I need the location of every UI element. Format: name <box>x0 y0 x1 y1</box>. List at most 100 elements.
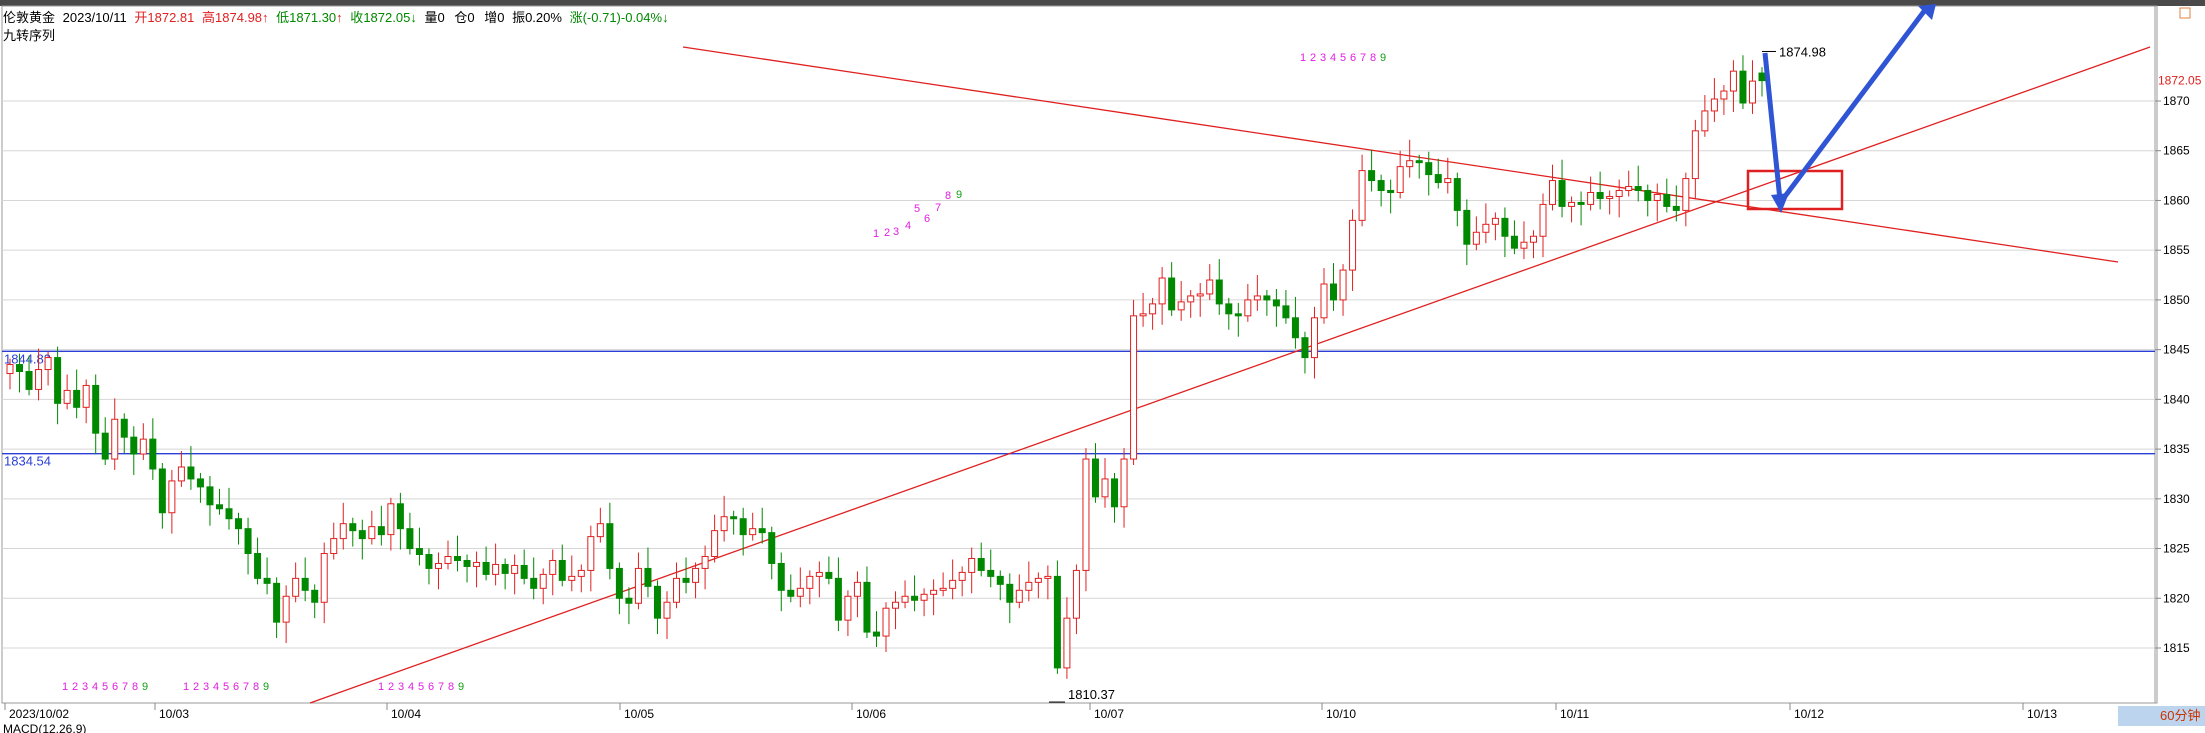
candle-down <box>911 595 919 601</box>
candle-up <box>1520 241 1528 249</box>
candle-down <box>1453 178 1461 211</box>
seq-label: 6 <box>1350 52 1356 64</box>
candle-down <box>215 504 223 510</box>
candle-up <box>1710 98 1718 112</box>
seq-label: 5 <box>102 681 108 693</box>
seq-label: 7 <box>438 681 444 693</box>
seq-label: 6 <box>924 213 930 225</box>
candle-down <box>1434 174 1442 184</box>
candle-up <box>1130 315 1138 460</box>
candle-down <box>1758 72 1766 82</box>
candle-down <box>1301 337 1309 359</box>
candle-up <box>168 480 176 514</box>
candle-up <box>1244 299 1252 317</box>
candle-up <box>815 571 823 577</box>
candle-up <box>1025 581 1033 591</box>
candle-up <box>473 561 481 567</box>
y-tick-label: 1870 <box>2163 94 2190 108</box>
candle-down <box>454 556 462 561</box>
candle-down <box>730 516 738 520</box>
candle-up <box>511 564 519 574</box>
support-line-label: 1834.54 <box>4 454 51 469</box>
candle-up <box>949 579 957 589</box>
candle-up <box>1482 223 1490 233</box>
candle-up <box>1444 178 1452 184</box>
ascending-trendline[interactable] <box>309 46 2151 704</box>
candle-up <box>939 587 947 591</box>
candle-up <box>1196 293 1204 297</box>
seq-label: 2 <box>72 681 78 693</box>
seq-label: 9 <box>142 681 148 693</box>
seq-label: 3 <box>82 681 88 693</box>
candle-up <box>796 587 804 597</box>
candle-down <box>977 557 985 571</box>
candle-up <box>292 577 300 597</box>
seq-label: 7 <box>935 202 941 214</box>
candle-up <box>111 418 119 460</box>
x-tick-label: 2023/10/02 <box>9 707 69 721</box>
candle-down <box>415 548 423 556</box>
candle-up <box>1587 191 1595 205</box>
forecast-arrows <box>1762 4 1936 213</box>
candle-down <box>235 518 243 530</box>
candle-up <box>1396 166 1404 193</box>
candle-down <box>1263 295 1271 301</box>
candle-down <box>863 581 871 633</box>
x-axis-ticks: 2023/10/02 10/03 10/04 10/05 10/06 10/07 10/10… <box>4 703 2057 721</box>
candle-up <box>882 607 890 637</box>
candle-down <box>1663 193 1671 207</box>
candle-down <box>196 478 204 488</box>
candle-down <box>1006 583 1014 603</box>
candle-up <box>320 553 328 603</box>
y-tick-label: 1840 <box>2163 392 2190 406</box>
target-box[interactable] <box>1746 169 1844 211</box>
seq-label: 6 <box>428 681 434 693</box>
candle-up <box>1339 269 1347 301</box>
candle-down <box>1215 279 1223 305</box>
candle-up <box>711 530 719 558</box>
candle-up <box>1320 283 1328 319</box>
x-tick-label: 10/11 <box>1560 707 1589 721</box>
candle-down <box>1510 235 1518 249</box>
candle-down <box>1225 303 1233 315</box>
candle-down <box>1596 191 1604 199</box>
x-tick-label: 10/06 <box>856 707 886 721</box>
candle-down <box>225 508 233 520</box>
candle-down <box>1377 180 1385 192</box>
seq-label: 9 <box>263 681 269 693</box>
candlestick-chart[interactable]: 1815182018251830183518401845185018551860… <box>0 0 2205 733</box>
candle-up <box>1701 110 1709 132</box>
candle-up <box>1120 458 1128 508</box>
candle-up <box>1206 279 1214 295</box>
candle-up <box>1748 80 1756 104</box>
candle-down <box>682 577 690 583</box>
candle-down <box>615 567 623 599</box>
candle-up <box>749 528 757 536</box>
candle-down <box>558 559 566 581</box>
candle-down <box>130 436 138 455</box>
seq-label: 8 <box>132 681 138 693</box>
candle-down <box>1415 160 1423 164</box>
candle-down <box>1387 190 1395 193</box>
candle-down <box>996 575 1004 585</box>
candle-down <box>768 532 776 564</box>
candle-down <box>25 371 33 390</box>
candle-up <box>368 526 376 540</box>
seq-label: 9 <box>458 681 464 693</box>
candle-up <box>82 384 90 408</box>
candle-down <box>92 384 100 434</box>
arrow-down-shaft <box>1762 52 1783 201</box>
candle-down <box>1291 317 1299 339</box>
seq-label: 3 <box>1320 52 1326 64</box>
candle-down <box>311 589 319 603</box>
seq-label: 1 <box>873 228 879 240</box>
candle-up <box>1625 186 1633 192</box>
candle-up <box>1072 569 1080 619</box>
candle-down <box>1577 201 1585 205</box>
seq-label: 7 <box>122 681 128 693</box>
candle-down <box>187 466 195 480</box>
y-tick-label: 1865 <box>2163 144 2190 158</box>
corner-box[interactable] <box>2179 7 2191 19</box>
seq-label: 1 <box>183 681 189 693</box>
candle-up <box>720 516 728 532</box>
